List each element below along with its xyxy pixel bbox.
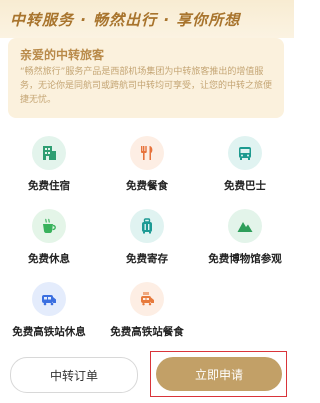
dining-icon (130, 136, 164, 170)
service-label: 免费巴士 (224, 180, 266, 192)
apply-button-highlight (150, 351, 287, 397)
train-dining-icon (130, 282, 164, 316)
slogan: 中转服务 · 畅然出行 · 享你所想 (10, 11, 241, 29)
bus-icon (228, 136, 262, 170)
service-item-train-dining[interactable]: 免费高铁站餐食 (98, 282, 196, 338)
service-label: 免费住宿 (28, 180, 70, 192)
service-label: 免费高铁站休息 (12, 326, 86, 338)
service-item-rest[interactable]: 免费休息 (0, 209, 98, 265)
service-label: 免费博物馆参观 (208, 253, 282, 265)
service-item-hotel[interactable]: 免费住宿 (0, 136, 98, 192)
intro-text: “畅然旅行”服务产品是西部机场集团为中转旅客推出的增值服务，无论你是同航司或跨航… (20, 67, 273, 105)
train-rest-icon (32, 282, 66, 316)
transfer-orders-button[interactable]: 中转订单 (10, 357, 138, 393)
header-banner: 中转服务 · 畅然出行 · 享你所想 (0, 0, 294, 38)
service-item-train-rest[interactable]: 免费高铁站休息 (0, 282, 98, 338)
mountain-icon (228, 209, 262, 243)
coffee-icon (32, 209, 66, 243)
service-item-storage[interactable]: 免费寄存 (98, 209, 196, 265)
service-label: 免费休息 (28, 253, 70, 265)
luggage-icon (130, 209, 164, 243)
intro-title: 亲爱的中转旅客 (20, 48, 105, 62)
service-item-bus[interactable]: 免费巴士 (196, 136, 294, 192)
intro-card: 亲爱的中转旅客 “畅然旅行”服务产品是西部机场集团为中转旅客推出的增值服务，无论… (8, 38, 284, 118)
service-item-museum[interactable]: 免费博物馆参观 (196, 209, 294, 265)
service-item-dining[interactable]: 免费餐食 (98, 136, 196, 192)
service-label: 免费餐食 (126, 180, 168, 192)
service-label: 免费寄存 (126, 253, 168, 265)
service-label: 免费高铁站餐食 (110, 326, 184, 338)
hotel-icon (32, 136, 66, 170)
